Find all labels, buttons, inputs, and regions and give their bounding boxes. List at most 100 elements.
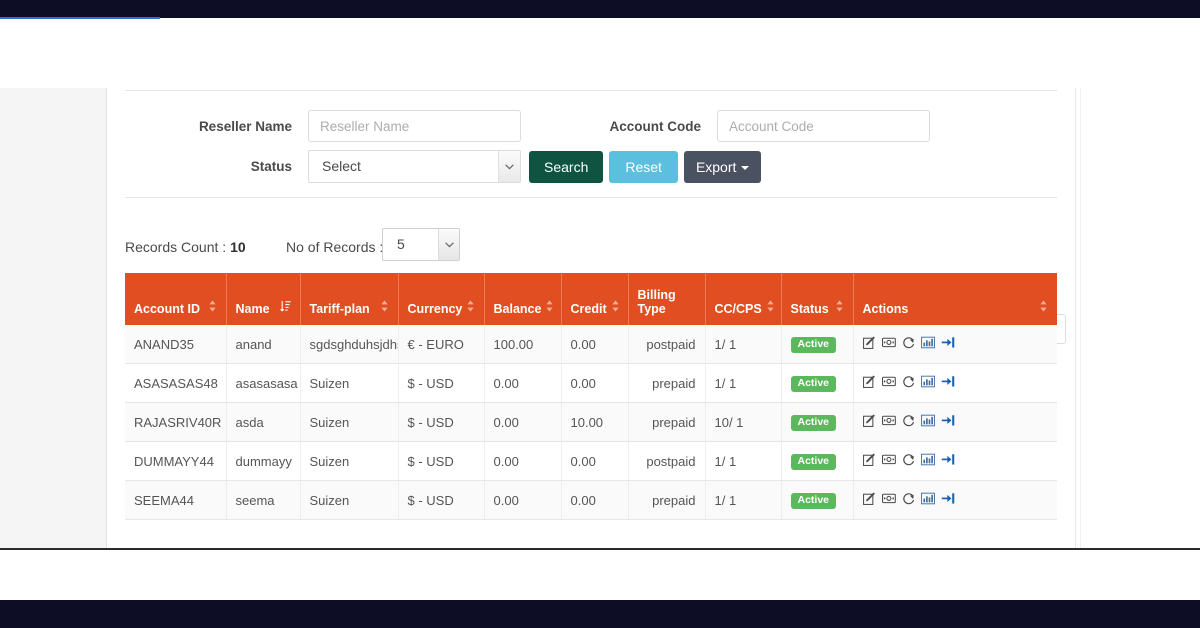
column-header-tariff-plan[interactable]: Tariff-plan [300, 273, 399, 325]
cell-actions [853, 325, 1057, 364]
sort-icon [766, 300, 775, 316]
column-label: Billing Type [637, 288, 676, 316]
payment-icon[interactable] [881, 414, 896, 430]
column-header-billing-type[interactable]: Billing Type [628, 273, 706, 325]
column-label: Actions [862, 302, 909, 316]
cell-currency: $ - USD [398, 480, 485, 520]
cell-cc-cps: 10/ 1 [705, 402, 782, 442]
top-navigation-bar [0, 0, 1200, 19]
accounts-table: Account ID Name Tariff-plan Currency Bal… [125, 273, 1057, 520]
cell-name: asda [226, 402, 301, 442]
login-icon[interactable] [941, 492, 955, 508]
cell-balance: 0.00 [484, 363, 562, 403]
report-icon[interactable] [920, 453, 935, 469]
cell-actions [853, 480, 1057, 520]
login-icon[interactable] [941, 414, 955, 430]
payment-icon[interactable] [881, 375, 896, 391]
records-count: Records Count : 10 [125, 239, 246, 255]
cell-credit: 10.00 [561, 402, 629, 442]
payment-icon[interactable] [881, 492, 896, 508]
payment-icon[interactable] [881, 453, 896, 469]
records-count-label: Records Count : [125, 239, 227, 255]
column-header-currency[interactable]: Currency [398, 273, 485, 325]
cell-credit: 0.00 [561, 363, 629, 403]
cell-balance: 0.00 [484, 402, 562, 442]
column-header-cc-cps[interactable]: CC/CPS [705, 273, 782, 325]
cell-tariff-plan: Suizen [300, 441, 399, 481]
column-header-balance[interactable]: Balance [484, 273, 562, 325]
records-count-value: 10 [230, 239, 246, 255]
cell-account-id: ANAND35 [125, 325, 227, 364]
status-badge: Active [790, 376, 837, 392]
cell-currency: $ - USD [398, 441, 485, 481]
report-icon[interactable] [920, 336, 935, 352]
filter-row-1: Reseller Name Account Code [125, 110, 930, 142]
account-code-input[interactable] [717, 110, 930, 142]
cell-status: Active [781, 402, 854, 442]
status-badge: Active [790, 337, 837, 353]
sort-icon [208, 300, 217, 316]
sort-icon [611, 300, 620, 316]
cell-balance: 0.00 [484, 441, 562, 481]
recharge-icon[interactable] [902, 492, 915, 508]
edit-icon[interactable] [862, 414, 876, 430]
report-icon[interactable] [920, 375, 935, 391]
report-icon[interactable] [920, 414, 935, 430]
cell-actions [853, 363, 1057, 403]
recharge-icon[interactable] [902, 453, 915, 469]
cell-currency: $ - USD [398, 363, 485, 403]
column-label: Balance [493, 302, 542, 316]
chevron-down-icon [438, 229, 459, 260]
cell-cc-cps: 1/ 1 [705, 325, 782, 364]
cell-name: seema [226, 480, 301, 520]
no-of-records-select[interactable]: 5 [382, 228, 460, 261]
column-header-actions[interactable]: Actions [853, 273, 1057, 325]
edit-icon[interactable] [862, 336, 876, 352]
cell-balance: 100.00 [484, 325, 562, 364]
records-toolbar: Records Count : 10 No of Records : 5 1 2… [125, 228, 1067, 344]
content-bottom-border [0, 548, 1200, 550]
payment-icon[interactable] [881, 336, 896, 352]
edit-icon[interactable] [862, 492, 876, 508]
cell-credit: 0.00 [561, 325, 629, 364]
cell-name: dummayy [226, 441, 301, 481]
reset-button[interactable]: Reset [609, 150, 678, 183]
edit-icon[interactable] [862, 375, 876, 391]
bottom-bar [0, 600, 1200, 628]
table-row: SEEMA44 seema Suizen $ - USD 0.00 0.00 prepaid… [125, 480, 1057, 520]
search-button[interactable]: Search [529, 150, 604, 183]
cell-account-id: RAJASRIV40R [125, 402, 227, 442]
status-select-value: Select [308, 150, 521, 183]
table-row: RAJASRIV40R asda Suizen $ - USD 0.00 10.00 pre… [125, 402, 1057, 442]
column-header-status[interactable]: Status [781, 273, 854, 325]
recharge-icon[interactable] [902, 414, 915, 430]
cell-actions [853, 402, 1057, 442]
reseller-name-input[interactable] [308, 110, 521, 142]
cell-status: Active [781, 480, 854, 520]
column-label: Status [790, 302, 829, 316]
column-header-account-id[interactable]: Account ID [125, 273, 227, 325]
login-icon[interactable] [941, 453, 955, 469]
chevron-down-icon [498, 151, 520, 182]
cell-name: asasasasa [226, 363, 301, 403]
cell-cc-cps: 1/ 1 [705, 480, 782, 520]
column-header-name[interactable]: Name [226, 273, 301, 325]
column-header-credit[interactable]: Credit [561, 273, 629, 325]
page-scrollbar-track[interactable] [1080, 88, 1081, 548]
export-button[interactable]: Export [683, 150, 762, 183]
login-icon[interactable] [941, 375, 955, 391]
edit-icon[interactable] [862, 453, 876, 469]
report-icon[interactable] [920, 492, 935, 508]
no-of-records-label: No of Records : [286, 239, 384, 255]
status-select[interactable]: Select [308, 150, 521, 183]
login-icon[interactable] [941, 336, 955, 352]
cell-cc-cps: 1/ 1 [705, 363, 782, 403]
cell-billing-type: postpaid [628, 441, 706, 481]
column-label: Account ID [134, 302, 200, 316]
recharge-icon[interactable] [902, 336, 915, 352]
column-label: CC/CPS [714, 302, 762, 316]
cell-account-id: ASASASAS48 [125, 363, 227, 403]
main-content-panel: Reseller Name Account Code Status Select… [108, 88, 1075, 548]
recharge-icon[interactable] [902, 375, 915, 391]
column-label: Name [235, 302, 270, 316]
